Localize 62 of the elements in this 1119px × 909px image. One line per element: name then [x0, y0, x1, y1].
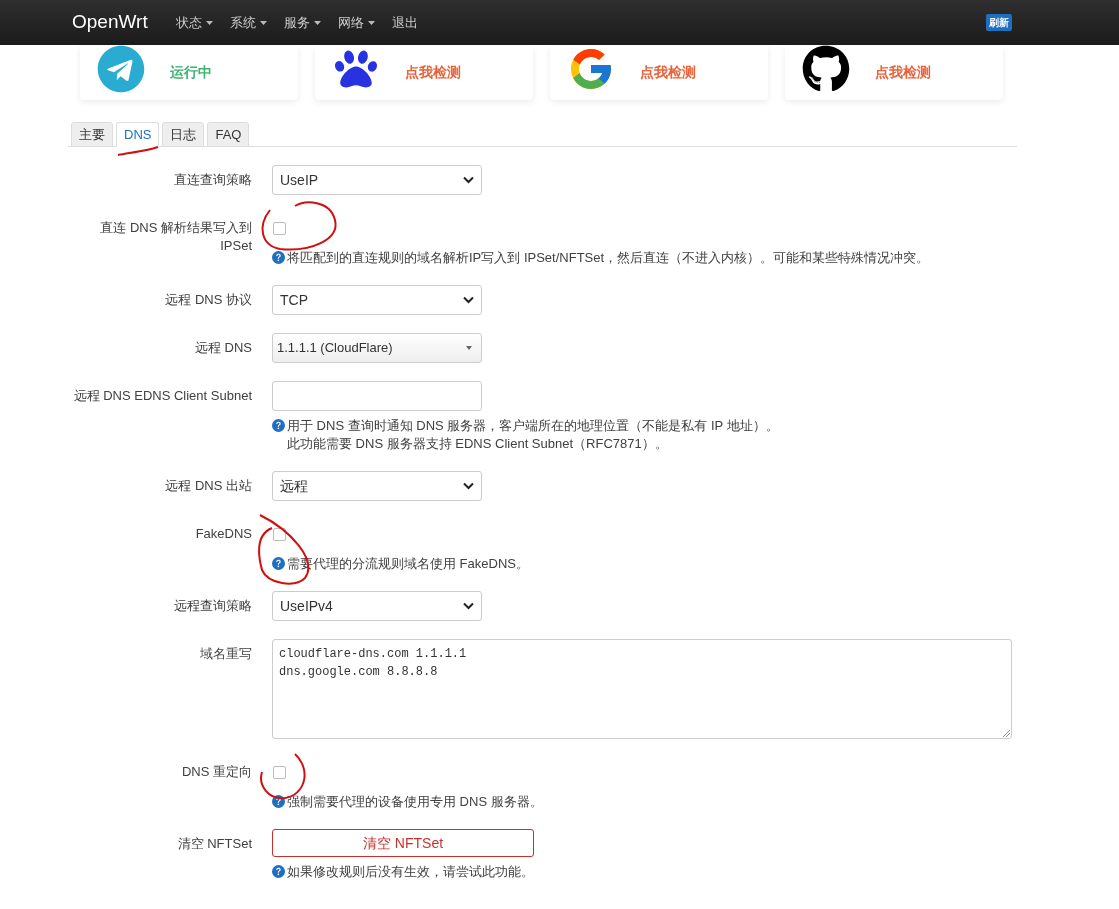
field-label: 远程查询策略 — [174, 597, 252, 615]
text-area[interactable]: cloudflare-dns.com 1.1.1.1 dns.google.com 8.8.8.8 — [272, 639, 1012, 739]
annotation-underline — [117, 146, 159, 156]
help-icon — [272, 795, 285, 808]
help-text: 此功能需要 DNS 服务器支持 EDNS Client Subnet（RFC7871）。 — [287, 435, 669, 453]
tab[interactable]: 日志 — [162, 122, 205, 147]
text-line: cloudflare-dns.com 1.1.1.1 — [279, 646, 468, 663]
clear-button[interactable]: 清空 NFTSet — [272, 829, 534, 857]
tab[interactable]: 主要 — [71, 122, 113, 147]
select-field[interactable]: 远程 — [272, 471, 482, 501]
paper-plane-icon — [97, 45, 145, 93]
brand-logo[interactable]: OpenWrt — [72, 8, 148, 37]
paw-icon — [335, 48, 377, 90]
caret-icon — [367, 20, 375, 25]
chevron-down-icon — [463, 602, 474, 610]
field-label: 远程 DNS — [194, 339, 252, 357]
checkbox[interactable] — [273, 765, 286, 779]
resize-grip-icon — [1002, 729, 1010, 737]
help-text: 将匹配到的直连规则的域名解析IP写入到 IPSet/NFTSet，然后直连（不进入内核）。可能和某些特殊情况冲突。 — [287, 249, 930, 267]
card-status: 点我检测 — [640, 63, 696, 82]
help-text: 如果修改规则后没有生效，请尝试此功能。 — [287, 863, 534, 881]
field-label: DNS 重定向 — [181, 763, 252, 781]
chevron-down-icon — [463, 296, 474, 304]
select-field[interactable]: TCP — [272, 285, 482, 315]
field-label: 直连查询策略 — [174, 171, 252, 189]
select-field[interactable]: UseIP — [272, 165, 482, 195]
nav-menu-item[interactable]: 状态 — [175, 12, 213, 33]
field-label: FakeDNS — [195, 525, 252, 543]
card-status: 点我检测 — [405, 63, 461, 82]
combobox-field[interactable]: 1.1.1.1 (CloudFlare) — [272, 333, 482, 363]
chevron-down-icon — [463, 482, 474, 490]
refresh-badge[interactable]: 刷新 — [986, 14, 1012, 31]
card-status: 运行中 — [170, 63, 212, 82]
tab[interactable]: DNS — [116, 122, 160, 147]
card-status: 点我检测 — [875, 63, 931, 82]
nav-menu-item[interactable]: 服务 — [283, 12, 321, 33]
select-field[interactable]: UseIPv4 — [272, 591, 482, 621]
caret-icon — [313, 20, 321, 25]
checkbox[interactable] — [273, 221, 286, 235]
field-label: 远程 DNS 出站 — [165, 477, 252, 495]
nav-menu-item[interactable]: 网络 — [337, 12, 375, 33]
field-label: 域名重写 — [200, 645, 252, 663]
nav-menu-item[interactable]: 系统 — [229, 12, 267, 33]
tab[interactable]: FAQ — [207, 122, 250, 147]
help-text: 用于 DNS 查询时通知 DNS 服务器，客户端所在的地理位置（不能是私有 IP 地址）。 — [287, 417, 779, 435]
nav-menu-item[interactable]: 退出 — [391, 12, 418, 33]
input-field[interactable] — [272, 381, 482, 411]
help-icon — [272, 865, 285, 878]
chevron-down-icon — [463, 176, 474, 184]
field-label: 直连 DNS 解析结果写入到 IPSet — [99, 219, 252, 255]
caret-icon — [259, 20, 267, 25]
field-label: 清空 NFTSet — [177, 835, 252, 853]
field-label: 远程 DNS EDNS Client Subnet — [73, 387, 252, 405]
caret-icon — [205, 20, 213, 25]
help-icon — [272, 251, 285, 264]
text-line: dns.google.com 8.8.8.8 — [279, 664, 439, 681]
cat-icon — [802, 45, 850, 93]
help-icon — [272, 557, 285, 570]
field-label: 远程 DNS 协议 — [165, 291, 252, 309]
help-text: 强制需要代理的设备使用专用 DNS 服务器。 — [287, 793, 543, 811]
caret-icon — [466, 346, 472, 350]
help-icon — [272, 419, 285, 432]
